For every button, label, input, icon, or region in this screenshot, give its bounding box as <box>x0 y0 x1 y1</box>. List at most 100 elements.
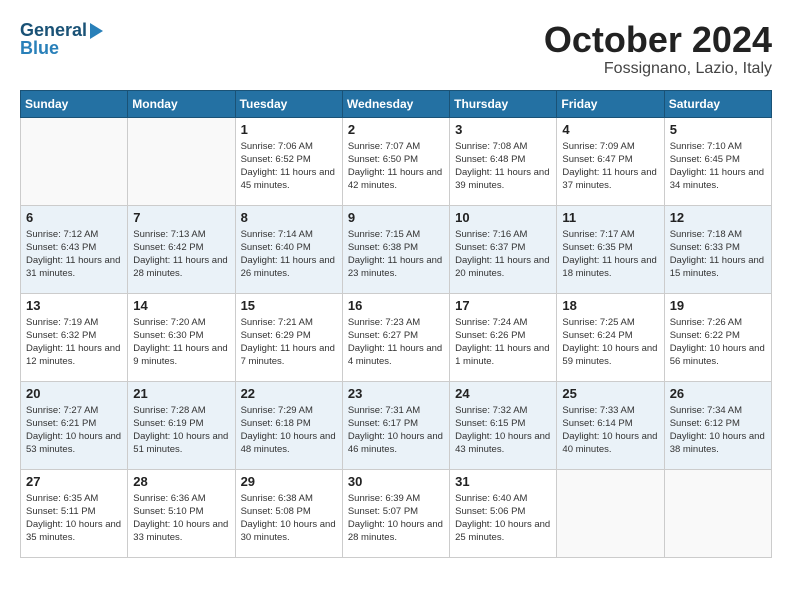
day-info: Sunrise: 6:35 AMSunset: 5:11 PMDaylight:… <box>26 492 122 545</box>
calendar-cell: 7Sunrise: 7:13 AMSunset: 6:42 PMDaylight… <box>128 205 235 293</box>
day-number: 19 <box>670 298 766 313</box>
calendar-cell: 6 Sunrise: 7:12 AMSunset: 6:43 PMDaylight… <box>21 205 128 293</box>
calendar-cell: 8 Sunrise: 7:14 AMSunset: 6:40 PMDaylight… <box>235 205 342 293</box>
day-info: Sunrise: 6:40 AMSunset: 5:06 PMDaylight:… <box>455 492 551 545</box>
day-number: 12 <box>670 210 766 225</box>
calendar-cell: 4 Sunrise: 7:09 AMSunset: 6:47 PMDaylight… <box>557 117 664 205</box>
calendar-cell: 22Sunrise: 7:29 AMSunset: 6:18 PMDayligh… <box>235 381 342 469</box>
day-number: 15 <box>241 298 337 313</box>
day-number: 27 <box>26 474 122 489</box>
day-info: Sunrise: 7:07 AMSunset: 6:50 PMDaylight:… <box>348 140 444 193</box>
day-info: Sunrise: 7:21 AMSunset: 6:29 PMDaylight:… <box>241 316 337 369</box>
page: General Blue October 2024 Fossignano, La… <box>0 0 792 568</box>
week-row-1: 1 Sunrise: 7:06 AMSunset: 6:52 PMDaylight… <box>21 117 772 205</box>
calendar-cell <box>664 469 771 557</box>
logo-arrow <box>90 23 103 39</box>
calendar-cell: 21 Sunrise: 7:28 AMSunset: 6:19 PMDayligh… <box>128 381 235 469</box>
day-info: Sunrise: 7:27 AMSunset: 6:21 PMDaylight:… <box>26 404 122 457</box>
location: Fossignano, Lazio, Italy <box>544 60 772 78</box>
day-number: 25 <box>562 386 658 401</box>
calendar-cell: 23 Sunrise: 7:31 AMSunset: 6:17 PMDayligh… <box>342 381 449 469</box>
day-number: 6 <box>26 210 122 225</box>
col-header-monday: Monday <box>128 90 235 117</box>
month-title: October 2024 <box>544 20 772 60</box>
day-number: 14 <box>133 298 229 313</box>
day-info: Sunrise: 7:31 AMSunset: 6:17 PMDaylight:… <box>348 404 444 457</box>
logo-blue: Blue <box>20 38 103 59</box>
calendar-cell: 2 Sunrise: 7:07 AMSunset: 6:50 PMDaylight… <box>342 117 449 205</box>
logo-text: General Blue <box>20 20 103 59</box>
calendar-cell: 9 Sunrise: 7:15 AMSunset: 6:38 PMDaylight… <box>342 205 449 293</box>
day-info: Sunrise: 7:15 AMSunset: 6:38 PMDaylight:… <box>348 228 444 281</box>
day-number: 26 <box>670 386 766 401</box>
day-info: Sunrise: 7:29 AMSunset: 6:18 PMDaylight:… <box>241 404 337 457</box>
day-info: Sunrise: 6:36 AMSunset: 5:10 PMDaylight:… <box>133 492 229 545</box>
day-info: Sunrise: 7:06 AMSunset: 6:52 PMDaylight:… <box>241 140 337 193</box>
week-row-2: 6 Sunrise: 7:12 AMSunset: 6:43 PMDaylight… <box>21 205 772 293</box>
calendar-cell: 13 Sunrise: 7:19 AMSunset: 6:32 PMDayligh… <box>21 293 128 381</box>
calendar-cell <box>128 117 235 205</box>
day-number: 18 <box>562 298 658 313</box>
calendar-cell: 17 Sunrise: 7:24 AMSunset: 6:26 PMDayligh… <box>450 293 557 381</box>
day-info: Sunrise: 7:34 AMSunset: 6:12 PMDaylight:… <box>670 404 766 457</box>
day-info: Sunrise: 7:12 AMSunset: 6:43 PMDaylight:… <box>26 228 122 281</box>
day-info: Sunrise: 7:19 AMSunset: 6:32 PMDaylight:… <box>26 316 122 369</box>
day-info: Sunrise: 6:39 AMSunset: 5:07 PMDaylight:… <box>348 492 444 545</box>
day-number: 20 <box>26 386 122 401</box>
day-number: 3 <box>455 122 551 137</box>
day-number: 7 <box>133 210 229 225</box>
day-number: 28 <box>133 474 229 489</box>
day-number: 23 <box>348 386 444 401</box>
day-number: 5 <box>670 122 766 137</box>
day-number: 4 <box>562 122 658 137</box>
day-info: Sunrise: 7:32 AMSunset: 6:15 PMDaylight:… <box>455 404 551 457</box>
col-header-sunday: Sunday <box>21 90 128 117</box>
calendar-cell: 18 Sunrise: 7:25 AMSunset: 6:24 PMDayligh… <box>557 293 664 381</box>
day-number: 1 <box>241 122 337 137</box>
day-info: Sunrise: 7:28 AMSunset: 6:19 PMDaylight:… <box>133 404 229 457</box>
header: General Blue October 2024 Fossignano, La… <box>20 20 772 78</box>
day-info: Sunrise: 7:08 AMSunset: 6:48 PMDaylight:… <box>455 140 551 193</box>
calendar-cell: 12 Sunrise: 7:18 AMSunset: 6:33 PMDayligh… <box>664 205 771 293</box>
calendar-cell: 11Sunrise: 7:17 AMSunset: 6:35 PMDayligh… <box>557 205 664 293</box>
day-number: 2 <box>348 122 444 137</box>
day-info: Sunrise: 7:16 AMSunset: 6:37 PMDaylight:… <box>455 228 551 281</box>
calendar-table: SundayMondayTuesdayWednesdayThursdayFrid… <box>20 90 772 558</box>
day-info: Sunrise: 7:14 AMSunset: 6:40 PMDaylight:… <box>241 228 337 281</box>
day-number: 30 <box>348 474 444 489</box>
day-info: Sunrise: 7:20 AMSunset: 6:30 PMDaylight:… <box>133 316 229 369</box>
col-header-wednesday: Wednesday <box>342 90 449 117</box>
day-number: 24 <box>455 386 551 401</box>
day-info: Sunrise: 7:26 AMSunset: 6:22 PMDaylight:… <box>670 316 766 369</box>
week-row-3: 13 Sunrise: 7:19 AMSunset: 6:32 PMDayligh… <box>21 293 772 381</box>
day-info: Sunrise: 6:38 AMSunset: 5:08 PMDaylight:… <box>241 492 337 545</box>
calendar-cell: 15 Sunrise: 7:21 AMSunset: 6:29 PMDayligh… <box>235 293 342 381</box>
day-info: Sunrise: 7:24 AMSunset: 6:26 PMDaylight:… <box>455 316 551 369</box>
header-row: SundayMondayTuesdayWednesdayThursdayFrid… <box>21 90 772 117</box>
day-info: Sunrise: 7:25 AMSunset: 6:24 PMDaylight:… <box>562 316 658 369</box>
title-section: October 2024 Fossignano, Lazio, Italy <box>544 20 772 78</box>
day-number: 13 <box>26 298 122 313</box>
calendar-cell: 3 Sunrise: 7:08 AMSunset: 6:48 PMDaylight… <box>450 117 557 205</box>
day-info: Sunrise: 7:18 AMSunset: 6:33 PMDaylight:… <box>670 228 766 281</box>
col-header-thursday: Thursday <box>450 90 557 117</box>
calendar-cell: 27 Sunrise: 6:35 AMSunset: 5:11 PMDayligh… <box>21 469 128 557</box>
calendar-cell: 30 Sunrise: 6:39 AMSunset: 5:07 PMDayligh… <box>342 469 449 557</box>
day-number: 17 <box>455 298 551 313</box>
calendar-cell: 26 Sunrise: 7:34 AMSunset: 6:12 PMDayligh… <box>664 381 771 469</box>
day-number: 8 <box>241 210 337 225</box>
calendar-cell: 24 Sunrise: 7:32 AMSunset: 6:15 PMDayligh… <box>450 381 557 469</box>
day-info: Sunrise: 7:10 AMSunset: 6:45 PMDaylight:… <box>670 140 766 193</box>
day-number: 9 <box>348 210 444 225</box>
day-number: 29 <box>241 474 337 489</box>
day-info: Sunrise: 7:09 AMSunset: 6:47 PMDaylight:… <box>562 140 658 193</box>
week-row-4: 20 Sunrise: 7:27 AMSunset: 6:21 PMDayligh… <box>21 381 772 469</box>
col-header-friday: Friday <box>557 90 664 117</box>
day-number: 31 <box>455 474 551 489</box>
calendar-cell: 5 Sunrise: 7:10 AMSunset: 6:45 PMDaylight… <box>664 117 771 205</box>
calendar-cell: 28 Sunrise: 6:36 AMSunset: 5:10 PMDayligh… <box>128 469 235 557</box>
calendar-cell: 31 Sunrise: 6:40 AMSunset: 5:06 PMDayligh… <box>450 469 557 557</box>
day-number: 21 <box>133 386 229 401</box>
calendar-cell: 14 Sunrise: 7:20 AMSunset: 6:30 PMDayligh… <box>128 293 235 381</box>
day-info: Sunrise: 7:23 AMSunset: 6:27 PMDaylight:… <box>348 316 444 369</box>
